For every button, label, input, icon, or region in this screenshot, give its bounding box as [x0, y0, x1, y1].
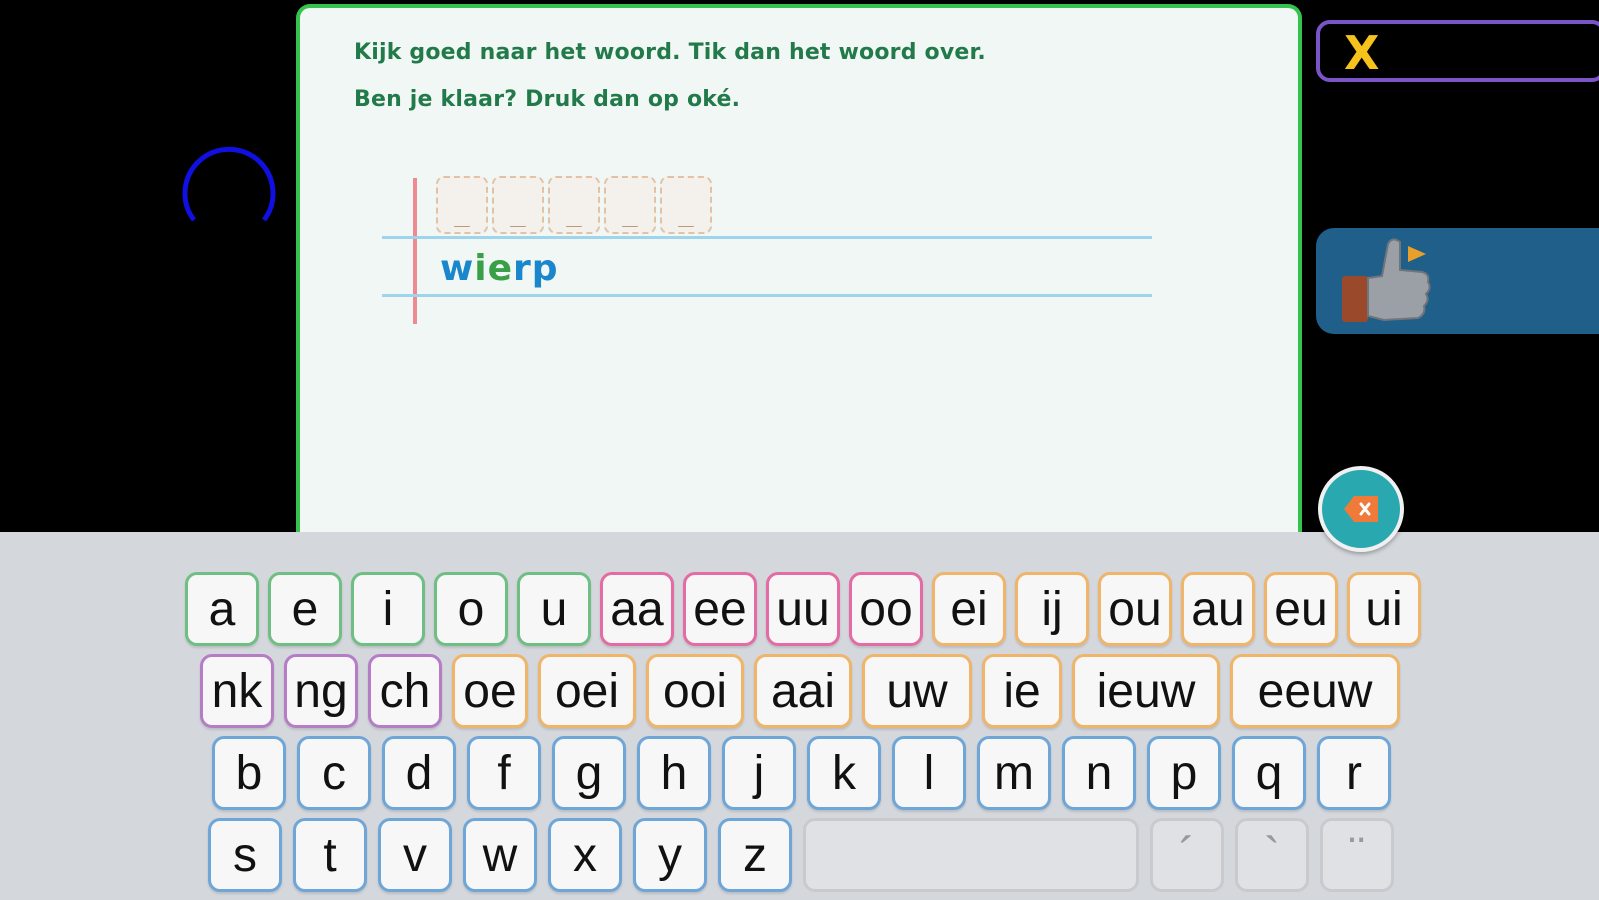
key-n[interactable]: n — [1062, 736, 1136, 810]
key-s[interactable]: s — [208, 818, 282, 892]
key-uu[interactable]: uu — [766, 572, 840, 646]
key-aai[interactable]: aai — [754, 654, 852, 728]
key-au[interactable]: au — [1181, 572, 1255, 646]
key-g[interactable]: g — [552, 736, 626, 810]
key-v[interactable]: v — [378, 818, 452, 892]
answer-slot: _ — [436, 176, 488, 234]
close-button[interactable]: X — [1316, 20, 1599, 82]
key-f[interactable]: f — [467, 736, 541, 810]
key-ou[interactable]: ou — [1098, 572, 1172, 646]
backspace-icon — [1344, 496, 1378, 522]
key-acute[interactable]: ´ — [1150, 818, 1224, 892]
key-x[interactable]: x — [548, 818, 622, 892]
key-t[interactable]: t — [293, 818, 367, 892]
answer-slot: _ — [548, 176, 600, 234]
key-grave[interactable]: ` — [1235, 818, 1309, 892]
key-oe[interactable]: oe — [452, 654, 528, 728]
close-icon: X — [1344, 26, 1380, 80]
backspace-button[interactable] — [1318, 466, 1404, 552]
key-ui[interactable]: ui — [1347, 572, 1421, 646]
answer-slots: _ _ _ _ _ — [436, 176, 712, 234]
thumbs-up-icon — [1342, 238, 1431, 322]
loading-spinner-icon — [182, 146, 276, 222]
key-ng[interactable]: ng — [284, 654, 358, 728]
key-z[interactable]: z — [718, 818, 792, 892]
key-m[interactable]: m — [977, 736, 1051, 810]
key-u[interactable]: u — [517, 572, 591, 646]
key-uw[interactable]: uw — [862, 654, 972, 728]
answer-slot: _ — [604, 176, 656, 234]
key-k[interactable]: k — [807, 736, 881, 810]
key-o[interactable]: o — [434, 572, 508, 646]
instruction-line-1: Kijk goed naar het woord. Tik dan het wo… — [354, 40, 986, 65]
key-r[interactable]: r — [1317, 736, 1391, 810]
key-oo[interactable]: oo — [849, 572, 923, 646]
writing-margin-line — [413, 178, 417, 324]
key-ee[interactable]: ee — [683, 572, 757, 646]
answer-slot: _ — [492, 176, 544, 234]
key-ieuw[interactable]: ieuw — [1072, 654, 1220, 728]
key-eu[interactable]: eu — [1264, 572, 1338, 646]
writing-guide-top — [382, 236, 1152, 239]
key-ei[interactable]: ei — [932, 572, 1006, 646]
key-q[interactable]: q — [1232, 736, 1306, 810]
key-e[interactable]: e — [268, 572, 342, 646]
answer-slot: _ — [660, 176, 712, 234]
key-a[interactable]: a — [185, 572, 259, 646]
key-ch[interactable]: ch — [368, 654, 442, 728]
key-j[interactable]: j — [722, 736, 796, 810]
key-c[interactable]: c — [297, 736, 371, 810]
key-h[interactable]: h — [637, 736, 711, 810]
key-aa[interactable]: aa — [600, 572, 674, 646]
key-nk[interactable]: nk — [200, 654, 274, 728]
key-p[interactable]: p — [1147, 736, 1221, 810]
writing-guide-bottom — [382, 294, 1152, 297]
word-part: ie — [474, 248, 514, 289]
key-ij[interactable]: ij — [1015, 572, 1089, 646]
onscreen-keyboard: a e i o u aa ee uu oo ei ij ou au eu ui … — [0, 532, 1599, 900]
key-d[interactable]: d — [382, 736, 456, 810]
exercise-card: Kijk goed naar het woord. Tik dan het wo… — [296, 4, 1302, 544]
instruction-line-2: Ben je klaar? Druk dan op oké. — [354, 87, 741, 112]
target-word: wierp — [440, 248, 559, 289]
key-diaeresis[interactable]: ¨ — [1320, 818, 1394, 892]
word-part: w — [440, 248, 475, 289]
key-b[interactable]: b — [212, 736, 286, 810]
key-l[interactable]: l — [892, 736, 966, 810]
word-part: r — [513, 248, 532, 289]
key-i[interactable]: i — [351, 572, 425, 646]
key-y[interactable]: y — [633, 818, 707, 892]
ok-button[interactable] — [1316, 228, 1599, 334]
key-space[interactable] — [803, 818, 1139, 892]
key-ooi[interactable]: ooi — [646, 654, 744, 728]
key-w[interactable]: w — [463, 818, 537, 892]
word-part: p — [531, 248, 559, 289]
key-eeuw[interactable]: eeuw — [1230, 654, 1400, 728]
key-ie[interactable]: ie — [982, 654, 1062, 728]
key-oei[interactable]: oei — [538, 654, 636, 728]
